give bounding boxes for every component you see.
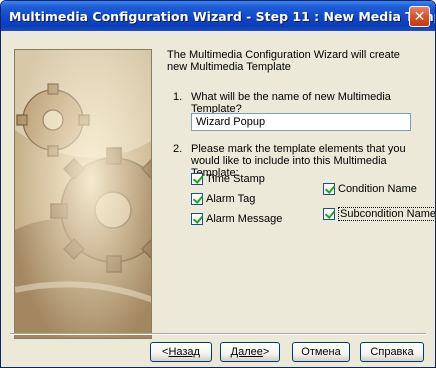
checkbox-label: Alarm Message xyxy=(206,213,283,225)
checkmark-icon xyxy=(191,193,203,205)
close-button[interactable]: ✕ xyxy=(409,6,430,27)
next-button[interactable]: Далее > xyxy=(220,342,280,362)
question2-number: 2. xyxy=(173,143,183,155)
checkmark-icon xyxy=(191,213,203,225)
checkbox-label: Time Stamp xyxy=(206,173,265,185)
checkmark-icon xyxy=(323,208,335,220)
button-separator xyxy=(10,333,426,335)
cancel-button[interactable]: Отмена xyxy=(292,342,350,362)
checkbox-condition-name[interactable]: Condition Name xyxy=(323,183,417,195)
cancel-button-label: Отмена xyxy=(301,346,341,358)
intro-text: The Multimedia Configuration Wizard will… xyxy=(167,49,400,73)
question1-number: 1. xyxy=(173,91,183,103)
wizard-side-image xyxy=(14,49,152,339)
window-title: Multimedia Configuration Wizard - Step 1… xyxy=(9,9,436,24)
close-icon: ✕ xyxy=(413,8,426,25)
checkbox-subcondition-name[interactable]: Subcondition Name xyxy=(323,207,435,221)
template-name-input[interactable] xyxy=(191,113,411,131)
question1-text: What will be the name of new Multimedia … xyxy=(191,91,391,115)
checkbox-alarm-tag[interactable]: Alarm Tag xyxy=(191,193,255,205)
gears-illustration xyxy=(15,50,151,338)
checkmark-icon xyxy=(191,173,203,185)
checkbox-label: Condition Name xyxy=(338,183,417,195)
back-button-label: Назад xyxy=(168,346,200,358)
help-button[interactable]: Справка xyxy=(360,342,424,362)
help-button-label: Справка xyxy=(370,346,414,358)
back-button[interactable]: < Назад xyxy=(150,342,212,362)
checkbox-alarm-message[interactable]: Alarm Message xyxy=(191,213,282,225)
checkbox-label: Alarm Tag xyxy=(206,193,256,205)
next-button-label: Далее xyxy=(230,346,263,358)
checkmark-icon xyxy=(323,183,335,195)
title-bar[interactable]: Multimedia Configuration Wizard - Step 1… xyxy=(1,1,435,31)
checkbox-label: Subcondition Name xyxy=(338,207,435,221)
dialog-body: The Multimedia Configuration Wizard will… xyxy=(4,31,435,365)
wizard-window: Multimedia Configuration Wizard - Step 1… xyxy=(0,0,436,368)
checkbox-time-stamp[interactable]: Time Stamp xyxy=(191,173,265,185)
